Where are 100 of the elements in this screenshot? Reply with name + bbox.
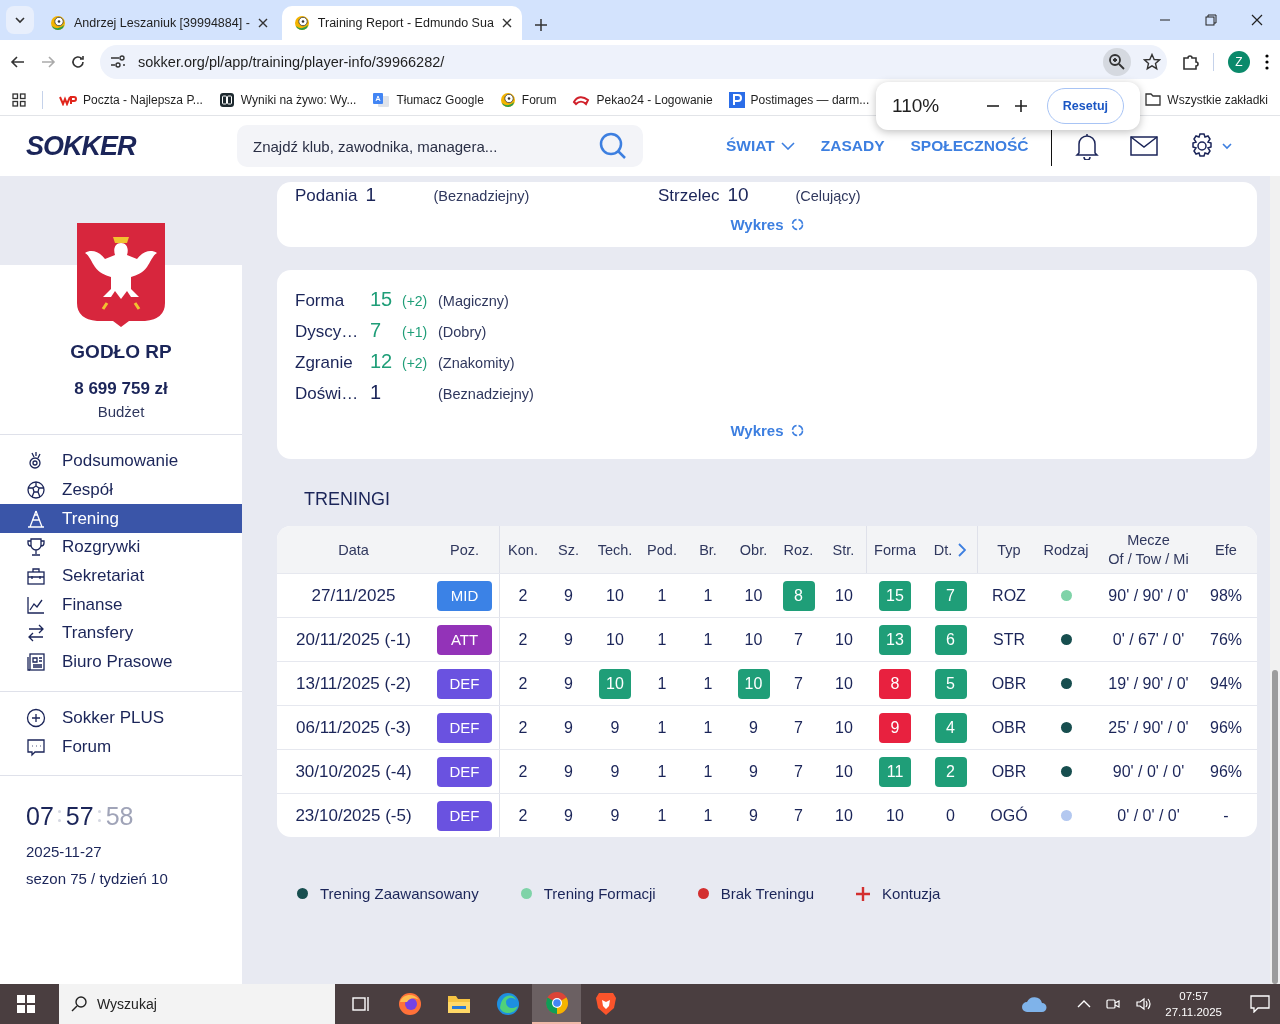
browser-tab[interactable]: Training Report - Edmundo Sua: [281, 6, 522, 40]
nav-link[interactable]: ZASADY: [820, 137, 885, 155]
address-bar[interactable]: sokker.org/pl/app/training/player-info/39966282/: [100, 45, 1167, 79]
edge-icon[interactable]: [495, 992, 520, 1016]
new-tab-icon[interactable]: [533, 18, 548, 32]
bookmark[interactable]: Poczta - Najlepsza P...: [59, 92, 203, 107]
attribute-level: (Beznadziejny): [438, 386, 535, 402]
spinner-icon: [790, 424, 804, 437]
apps-icon[interactable]: [12, 92, 26, 107]
sidebar-item[interactable]: Transfery: [0, 619, 242, 648]
sidebar-item[interactable]: Sekretariat: [0, 561, 242, 591]
speaker-icon[interactable]: [1135, 996, 1152, 1012]
taskbar-date[interactable]: 27.11.2025: [1165, 1004, 1222, 1020]
windows-icon[interactable]: [17, 995, 35, 1013]
sidebar-item[interactable]: Trening: [0, 504, 242, 534]
zoom-icon[interactable]: [1103, 48, 1131, 76]
close-icon[interactable]: [257, 18, 268, 28]
task-view-icon[interactable]: [350, 995, 371, 1013]
browser-tab[interactable]: Andrzej Leszaniuk [39994884] -: [38, 6, 278, 40]
site-settings-icon[interactable]: [110, 55, 126, 69]
bookmark[interactable]: Wyniki na żywo: Wy...: [218, 91, 357, 108]
table-cell-text: 1: [657, 717, 667, 738]
site-logo[interactable]: SOKKER: [26, 130, 237, 162]
score-badge: 11: [879, 756, 911, 787]
legend-label: Trening Zaawansowany: [320, 885, 479, 902]
mail-icon[interactable]: [1129, 136, 1158, 156]
skill-level: (Beznadziejny): [433, 188, 530, 204]
table-cell-text: 9: [749, 761, 758, 782]
nav-link[interactable]: ŚWIAT: [726, 137, 795, 155]
chevron-right-icon[interactable]: [958, 542, 967, 557]
nav-link[interactable]: SPOŁECZNOŚĆ: [910, 137, 1029, 155]
table-cell-text: 10: [606, 629, 624, 650]
folder-icon[interactable]: [446, 994, 471, 1014]
table-cell-text: 10: [835, 717, 853, 738]
reset-button[interactable]: Resetuj: [1046, 88, 1124, 124]
position-badge: DEF: [437, 756, 492, 787]
profile-avatar[interactable]: Z: [1228, 51, 1250, 73]
table-cell-text: 1: [703, 805, 713, 826]
table-cell-text: 1: [657, 805, 667, 826]
bookmark[interactable]: Pekao24 - Logowanie: [572, 92, 713, 107]
star-icon[interactable]: [1143, 53, 1161, 71]
firefox-icon[interactable]: [397, 992, 422, 1016]
column-header: Kon.: [508, 541, 538, 558]
all-bookmarks[interactable]: Wszystkie zakładki: [1145, 92, 1268, 107]
more-icon[interactable]: [1264, 54, 1270, 70]
score-badge: 10: [737, 668, 770, 699]
sidebar-item[interactable]: Biuro Prasowe: [0, 647, 242, 677]
sidebar-item[interactable]: Podsumowanie: [0, 447, 242, 476]
score-badge: 2: [934, 756, 967, 787]
menu-icon: [26, 736, 46, 757]
score-badge: 8: [879, 668, 911, 699]
bookmark[interactable]: Forum: [499, 91, 557, 108]
score-badge: 6: [934, 624, 967, 655]
close-icon[interactable]: [501, 18, 512, 28]
chrome-icon[interactable]: [544, 991, 569, 1015]
taskbar-time[interactable]: 07:57: [1165, 988, 1222, 1004]
menu-icon: [26, 480, 46, 501]
column-header: Efe: [1215, 541, 1237, 558]
column-header: Dt.: [933, 541, 953, 558]
camera-icon[interactable]: [1105, 996, 1122, 1012]
column-header: Mecze: [1127, 532, 1170, 548]
chevron-up-icon[interactable]: [1077, 999, 1092, 1009]
bookmark[interactable]: Tłumacz Google: [372, 91, 484, 108]
clock-digits: 07: [26, 801, 54, 831]
pekao-logo-icon: [572, 93, 591, 106]
scrollbar[interactable]: [1270, 176, 1280, 984]
sidebar-item[interactable]: Forum: [0, 732, 242, 761]
search-field[interactable]: Znajdź klub, zawodnika, managera...: [237, 125, 643, 167]
clock-separator-icon: [57, 810, 62, 823]
table-cell-text: 1: [703, 585, 713, 606]
back-icon[interactable]: [10, 54, 26, 70]
extensions-icon[interactable]: [1181, 53, 1199, 71]
reload-icon[interactable]: [70, 54, 86, 70]
column-header: Data: [338, 541, 369, 558]
bell-icon[interactable]: [1073, 132, 1100, 160]
caret-icon: [14, 14, 26, 26]
sidebar-item[interactable]: Finanse: [0, 590, 242, 620]
table-cell-text: 1: [657, 585, 667, 606]
tab-list-button[interactable]: [6, 6, 34, 34]
table-cell-text: 7: [794, 761, 803, 782]
legend-label: Kontuzja: [882, 885, 941, 902]
menu-icon: [26, 652, 46, 673]
menu-icon: [26, 594, 46, 615]
column-header: Forma: [874, 541, 916, 558]
budget-value: 8 699 759 zł: [73, 379, 169, 399]
chart-link[interactable]: Wykres: [730, 422, 804, 439]
notification-icon[interactable]: [1250, 995, 1270, 1013]
sidebar-item[interactable]: Sokker PLUS: [0, 703, 242, 733]
menu-icon: [26, 566, 46, 587]
score-badge: 9: [879, 712, 911, 743]
sidebar-item[interactable]: Zespół: [0, 475, 242, 505]
bookmark[interactable]: Postimages — darm...: [728, 91, 870, 108]
taskbar-search-field[interactable]: Wyszukaj: [59, 984, 335, 1024]
table-cell-text: 96%: [1209, 717, 1243, 738]
search-icon[interactable]: [599, 132, 627, 160]
lion-shield-icon[interactable]: [594, 992, 617, 1016]
sidebar-item[interactable]: Rozgrywki: [0, 533, 242, 562]
table-cell-text: 1: [703, 761, 713, 782]
chart-link[interactable]: Wykres: [730, 216, 804, 233]
score-badge: 4: [934, 712, 967, 743]
